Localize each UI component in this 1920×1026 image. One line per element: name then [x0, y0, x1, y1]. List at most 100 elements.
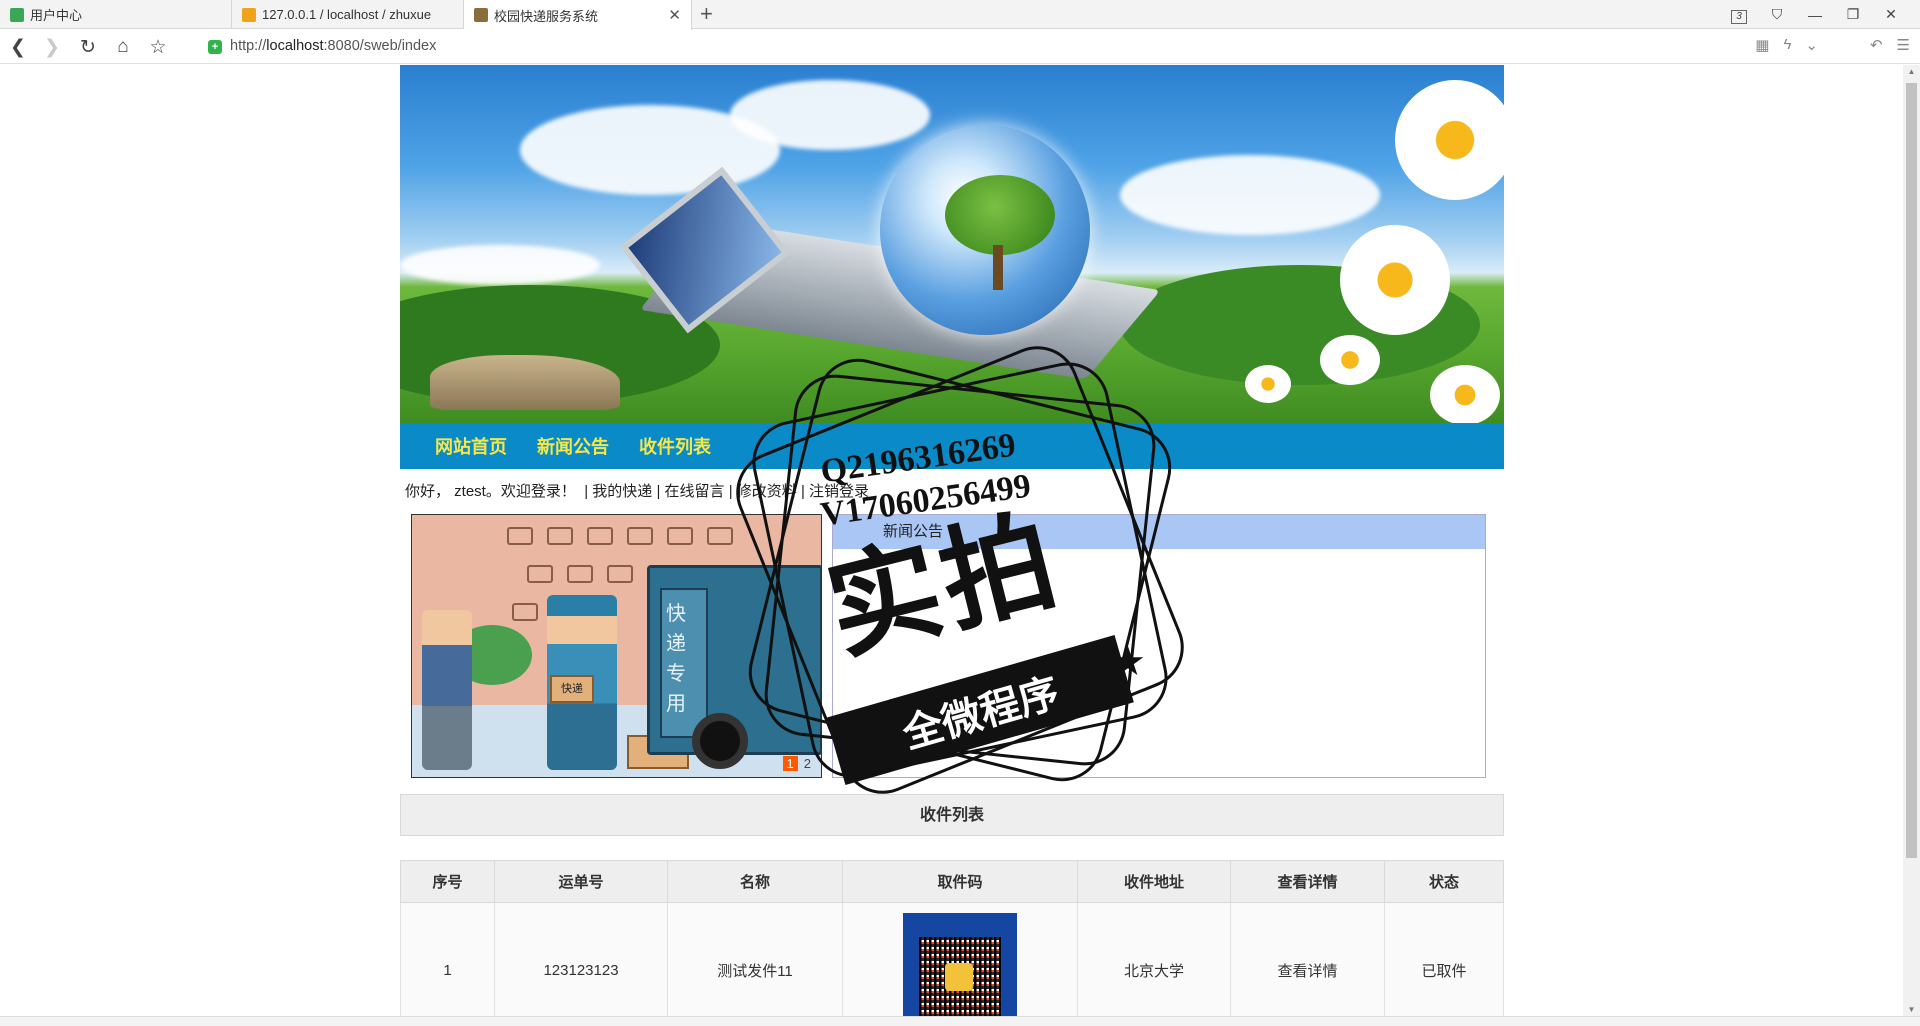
tab-user-center[interactable]: 用户中心 [0, 0, 232, 29]
pickup-qr-code [903, 913, 1017, 1016]
toolbar-right: ▦ ϟ ⌄ ↶ ☰ [1755, 36, 1910, 54]
content-row: 快递 快递专用 1 2 新闻公告 [400, 514, 1504, 780]
address-bar: ❮ ❯ ↻ ⌂ ☆ + http://localhost:8080/sweb/i… [0, 30, 1920, 64]
url-scheme: http:// [230, 38, 267, 54]
news-panel-title: 新闻公告 [833, 515, 1485, 549]
tab-campus-express[interactable]: 校园快递服务系统 ✕ [464, 0, 692, 30]
slider-pager: 1 2 [782, 756, 811, 771]
minimize-icon[interactable]: — [1796, 7, 1834, 23]
status-bar [0, 1016, 1920, 1026]
slider-page-2[interactable]: 2 [804, 756, 811, 771]
restore-icon[interactable]: ❐ [1834, 6, 1872, 23]
scroll-down-icon[interactable]: ▼ [1906, 1005, 1917, 1014]
site-container: 网站首页 新闻公告 收件列表 你好， ztest。欢迎登录！ | 我的快递 | … [400, 65, 1504, 1016]
reload-icon[interactable]: ↻ [76, 35, 100, 59]
greeting-text: 你好， ztest。欢迎登录！ [405, 483, 576, 500]
parcel-box: 快递 [550, 675, 594, 703]
cell-address: 北京大学 [1077, 902, 1231, 1016]
link-edit-profile[interactable]: 修改资料 [737, 483, 797, 500]
header-banner [400, 65, 1504, 423]
daisy-flower [1340, 225, 1450, 335]
brick [547, 527, 573, 545]
receive-table: 序号 运单号 名称 取件码 收件地址 查看详情 状态 1 123123123 测… [400, 860, 1504, 1016]
parcel-label: 快递 [561, 683, 583, 695]
shirt-icon[interactable]: ⛉ [1758, 6, 1796, 23]
tree-illustration [945, 175, 1055, 255]
image-slider[interactable]: 快递 快递专用 1 2 [411, 514, 822, 778]
nav-receive-list[interactable]: 收件列表 [639, 433, 711, 459]
window-controls: 3 ⛉ — ❐ ✕ [1720, 0, 1910, 29]
tab-title: 127.0.0.1 / localhost / zhuxue [262, 7, 432, 22]
back-icon[interactable]: ❮ [6, 35, 30, 59]
undo-icon[interactable]: ↶ [1870, 36, 1883, 54]
brick [527, 565, 553, 583]
pma-favicon-icon [242, 7, 256, 22]
brick [507, 527, 533, 545]
home-icon[interactable]: ⌂ [111, 35, 135, 59]
nav-home[interactable]: 网站首页 [435, 433, 507, 459]
tree-trunk [993, 245, 1003, 290]
close-tab-icon[interactable]: ✕ [668, 6, 681, 24]
daisy-flower [1320, 335, 1380, 385]
page-favicon-icon [474, 8, 488, 22]
col-detail: 查看详情 [1230, 860, 1385, 903]
bookmark-star-icon[interactable]: ☆ [146, 35, 170, 59]
daisy-flower [1395, 80, 1504, 200]
col-address: 收件地址 [1077, 860, 1231, 903]
forward-icon[interactable]: ❯ [40, 35, 64, 59]
link-online-message[interactable]: 在线留言 [665, 483, 725, 500]
receive-list-title: 收件列表 [400, 794, 1504, 836]
tab-title: 用户中心 [30, 8, 83, 23]
brick [567, 565, 593, 583]
daisy-flower [1430, 365, 1500, 423]
url-host: localhost [266, 38, 324, 54]
page-viewport: 网站首页 新闻公告 收件列表 你好， ztest。欢迎登录！ | 我的快递 | … [0, 65, 1920, 1016]
tab-count-badge[interactable]: 3 [1720, 6, 1758, 24]
daisy-flower [1245, 365, 1291, 403]
cloud [1120, 155, 1380, 235]
lightning-icon[interactable]: ϟ [1783, 36, 1791, 54]
col-waybill: 运单号 [494, 860, 668, 903]
link-logout[interactable]: 注销登录 [809, 483, 869, 500]
cell-index: 1 [400, 902, 495, 1016]
tab-phpmyadmin[interactable]: 127.0.0.1 / localhost / zhuxue [232, 0, 464, 29]
cell-waybill: 123123123 [494, 902, 668, 1016]
url-path: :8080/sweb/index [323, 38, 437, 54]
vertical-scrollbar[interactable]: ▲ ▼ [1903, 65, 1920, 1016]
close-window-icon[interactable]: ✕ [1872, 6, 1910, 23]
chevron-down-icon[interactable]: ⌄ [1805, 36, 1818, 54]
secure-shield-icon: + [208, 40, 222, 54]
col-name: 名称 [667, 860, 843, 903]
table-header-row: 序号 运单号 名称 取件码 收件地址 查看详情 状态 [400, 860, 1504, 903]
scrollbar-thumb[interactable] [1906, 83, 1917, 858]
customer-figure [422, 610, 472, 770]
table-row: 1 123123123 测试发件11 北京大学 查看详情 已取件 [400, 902, 1504, 1016]
nav-news[interactable]: 新闻公告 [537, 433, 609, 459]
col-pickup-code: 取件码 [842, 860, 1078, 903]
col-status: 状态 [1384, 860, 1504, 903]
tab-title: 校园快递服务系统 [494, 8, 599, 24]
scroll-up-icon[interactable]: ▲ [1906, 67, 1917, 76]
menu-icon[interactable]: ☰ [1897, 36, 1910, 54]
col-index: 序号 [400, 860, 495, 903]
brick [627, 527, 653, 545]
cloud [400, 245, 600, 285]
url-field[interactable]: http://localhost:8080/sweb/index [230, 38, 436, 54]
slider-page-1[interactable]: 1 [782, 756, 798, 771]
new-tab-button[interactable]: + [700, 2, 713, 26]
brick [707, 527, 733, 545]
brick [512, 603, 538, 621]
cell-detail-link[interactable]: 查看详情 [1230, 902, 1385, 1016]
brick [667, 527, 693, 545]
link-my-express[interactable]: 我的快递 [592, 483, 652, 500]
truck-wheel [692, 713, 748, 769]
brick [607, 565, 633, 583]
page-favicon-icon [10, 7, 24, 22]
cloud [730, 80, 930, 150]
browser-tab-bar: 用户中心 127.0.0.1 / localhost / zhuxue 校园快递… [0, 0, 1920, 30]
cell-status: 已取件 [1384, 902, 1504, 1016]
truck-label: 快递专用 [666, 601, 686, 715]
cell-name: 测试发件11 [667, 902, 843, 1016]
grid-icon[interactable]: ▦ [1755, 36, 1769, 54]
